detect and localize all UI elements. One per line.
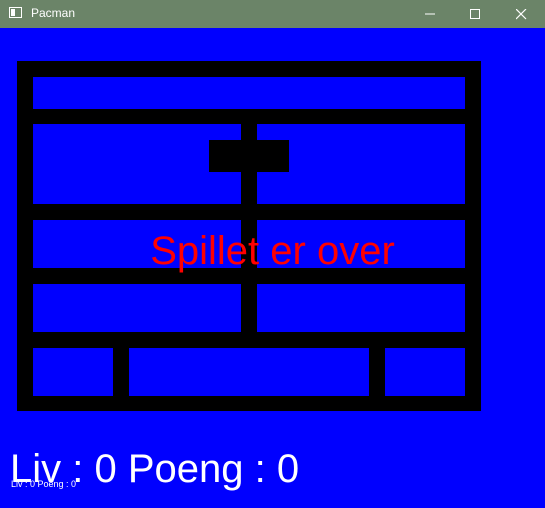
window-title: Pacman xyxy=(31,6,76,20)
maximize-icon xyxy=(470,9,480,19)
close-icon xyxy=(516,9,527,20)
ghost-house xyxy=(209,140,289,172)
maze-block xyxy=(129,348,369,396)
maze-block xyxy=(257,284,465,332)
game-over-text: Spillet er over xyxy=(150,229,395,273)
window-app-icon xyxy=(9,7,22,18)
maze-block xyxy=(33,77,465,109)
maze-block xyxy=(385,348,465,396)
maze-block xyxy=(33,348,113,396)
minimize-icon xyxy=(425,13,435,15)
maximize-button[interactable] xyxy=(453,0,499,28)
minimize-button[interactable] xyxy=(408,0,454,28)
game-over-message: Spillet er over xyxy=(0,228,545,274)
maze-block xyxy=(33,284,241,332)
hud-small-score: Liv : 0 Poeng : 0 xyxy=(11,479,77,489)
close-button[interactable] xyxy=(499,0,545,28)
game-canvas[interactable]: Spillet er over Liv : 0 Poeng : 0 Liv : … xyxy=(0,28,545,508)
window-titlebar[interactable]: Pacman xyxy=(0,0,545,28)
